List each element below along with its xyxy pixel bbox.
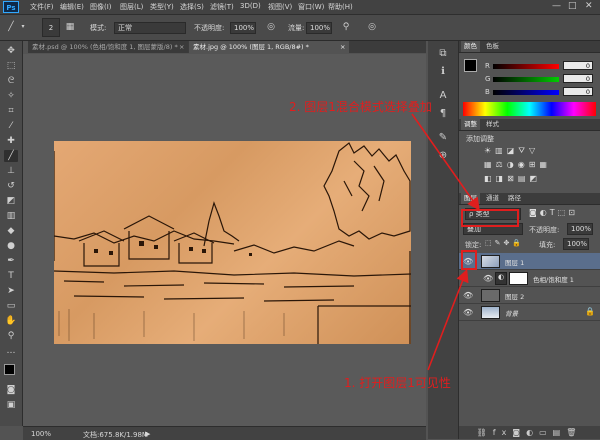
annotation-bottom: 1. 打开图层1可见性 — [344, 376, 451, 390]
annotation-arrows — [411, 113, 480, 371]
arrow-to-visibility — [427, 269, 469, 371]
arrow-to-blend-mode — [411, 113, 480, 211]
annotation-top: 2. 图层1混合模式选择叠加 — [289, 100, 432, 114]
